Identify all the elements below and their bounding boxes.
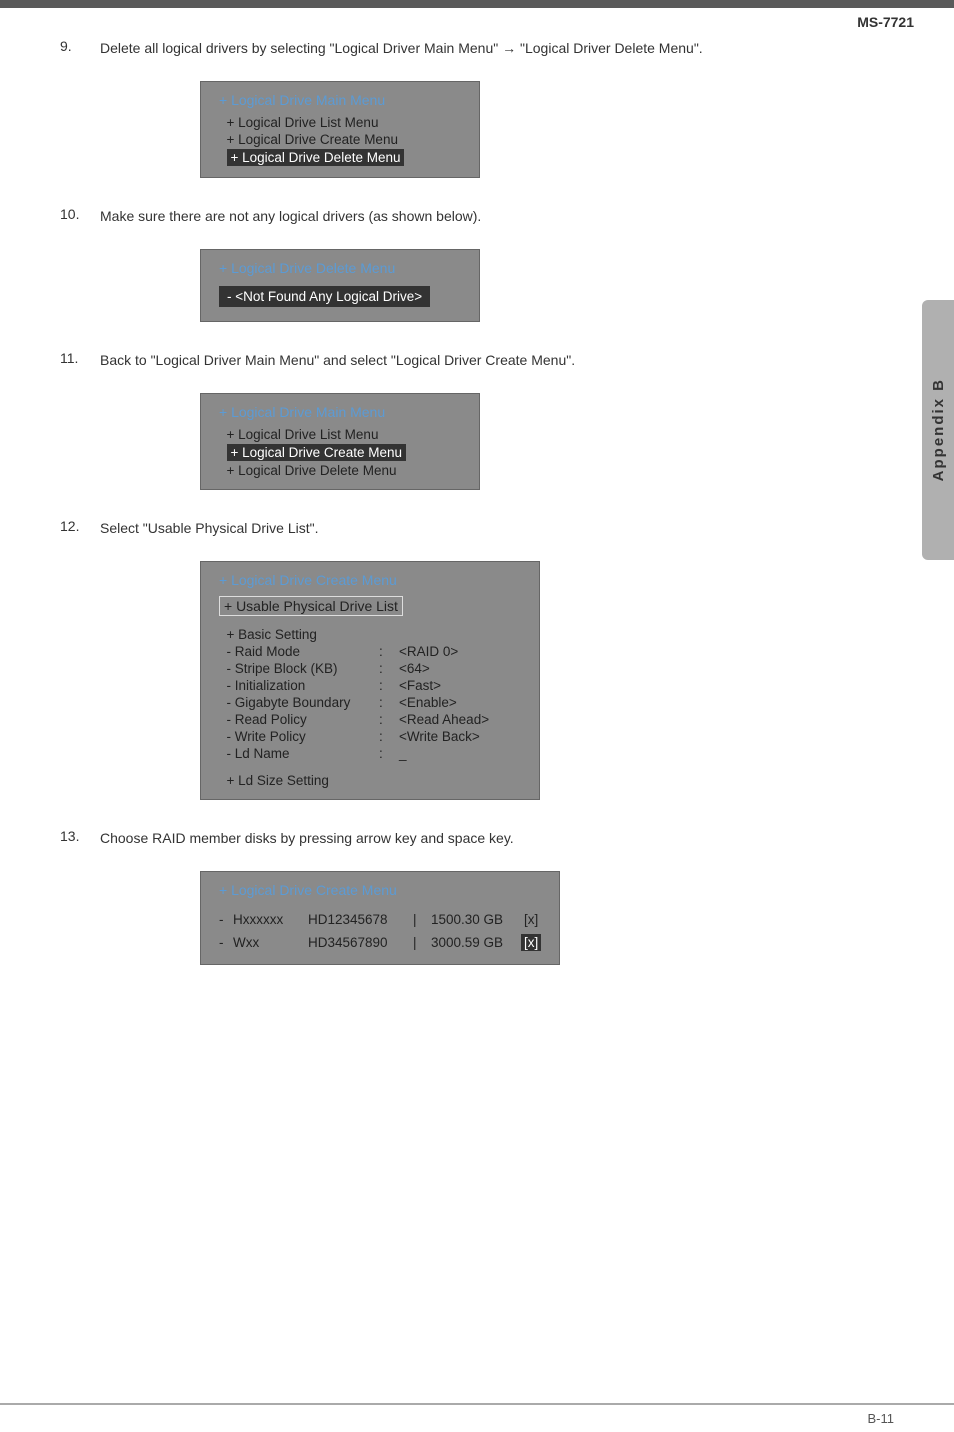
step-10-menu: + Logical Drive Delete Menu - <Not Found… <box>200 249 480 322</box>
step-11-content: Back to "Logical Driver Main Menu" and s… <box>100 350 854 502</box>
step-13-text: Choose RAID member disks by pressing arr… <box>100 830 514 846</box>
step-12-init: - Initialization : <Fast> <box>219 677 521 694</box>
step-10-not-found: - <Not Found Any Logical Drive> <box>219 286 430 307</box>
main-content: 9. Delete all logical drivers by selecti… <box>0 8 954 1053</box>
step-11-text: Back to "Logical Driver Main Menu" and s… <box>100 352 575 368</box>
step-9-item-2: + Logical Drive Create Menu <box>219 131 461 148</box>
step-10-content: Make sure there are not any logical driv… <box>100 206 854 334</box>
step-11-item-3: + Logical Drive Delete Menu <box>219 462 461 479</box>
step-9: 9. Delete all logical drivers by selecti… <box>60 38 854 190</box>
step-9-item-3: + Logical Drive Delete Menu <box>219 148 461 167</box>
step-13-menu-title: + Logical Drive Create Menu <box>219 882 541 898</box>
step-11-menu-title: + Logical Drive Main Menu <box>219 404 461 420</box>
step-11-item-2-highlight: + Logical Drive Create Menu <box>227 444 406 461</box>
step-11-item-1: + Logical Drive List Menu <box>219 426 461 443</box>
step-9-item-1: + Logical Drive List Menu <box>219 114 461 131</box>
step-10-menu-title: + Logical Drive Delete Menu <box>219 260 461 276</box>
top-bar <box>0 0 954 8</box>
step-10: 10. Make sure there are not any logical … <box>60 206 854 334</box>
step-9-item-3-highlight: + Logical Drive Delete Menu <box>227 149 405 166</box>
step-12-stripe: - Stripe Block (KB) : <64> <box>219 660 521 677</box>
step-12-write-policy: - Write Policy : <Write Back> <box>219 728 521 745</box>
page-number: B-11 <box>868 1411 895 1426</box>
step-12-ld-size: + Ld Size Setting <box>219 772 521 789</box>
step-12: 12. Select "Usable Physical Drive List".… <box>60 518 854 812</box>
step-9-menu: + Logical Drive Main Menu + Logical Driv… <box>200 81 480 178</box>
step-12-basic-setting: + Basic Setting <box>219 626 521 643</box>
step-11-number: 11. <box>60 350 100 502</box>
step-13-drive-2: - Wxx HD34567890 | 3000.59 GB [x] <box>219 931 541 954</box>
step-13-content: Choose RAID member disks by pressing arr… <box>100 828 854 977</box>
bottom-bar: B-11 <box>0 1403 954 1432</box>
step-11-item-2: + Logical Drive Create Menu <box>219 443 461 462</box>
step-13-number: 13. <box>60 828 100 977</box>
side-tab: Appendix B <box>922 300 954 560</box>
side-tab-label: Appendix B <box>930 378 947 481</box>
step-12-menu: + Logical Drive Create Menu + Usable Phy… <box>200 561 540 800</box>
step-12-content: Select "Usable Physical Drive List". + L… <box>100 518 854 812</box>
step-13-menu: + Logical Drive Create Menu - Hxxxxxx HD… <box>200 871 560 965</box>
step-11-menu: + Logical Drive Main Menu + Logical Driv… <box>200 393 480 490</box>
step-12-ld-name: - Ld Name : _ <box>219 745 521 762</box>
step-12-raid-mode: - Raid Mode : <RAID 0> <box>219 643 521 660</box>
step-12-gigabyte: - Gigabyte Boundary : <Enable> <box>219 694 521 711</box>
step-12-read-policy: - Read Policy : <Read Ahead> <box>219 711 521 728</box>
step-10-text: Make sure there are not any logical driv… <box>100 208 481 224</box>
step-12-menu-title: + Logical Drive Create Menu <box>219 572 521 588</box>
step-10-number: 10. <box>60 206 100 334</box>
step-9-menu-title: + Logical Drive Main Menu <box>219 92 461 108</box>
step-12-text: Select "Usable Physical Drive List". <box>100 520 318 536</box>
step-9-content: Delete all logical drivers by selecting … <box>100 38 854 190</box>
model-number: MS-7721 <box>857 14 914 30</box>
step-9-number: 9. <box>60 38 100 190</box>
step-12-usable-physical: + Usable Physical Drive List <box>219 596 403 616</box>
step-9-text: Delete all logical drivers by selecting … <box>100 40 703 56</box>
step-13: 13. Choose RAID member disks by pressing… <box>60 828 854 977</box>
step-11: 11. Back to "Logical Driver Main Menu" a… <box>60 350 854 502</box>
step-13-drive-1: - Hxxxxxx HD12345678 | 1500.30 GB [x] <box>219 908 541 931</box>
step-12-number: 12. <box>60 518 100 812</box>
